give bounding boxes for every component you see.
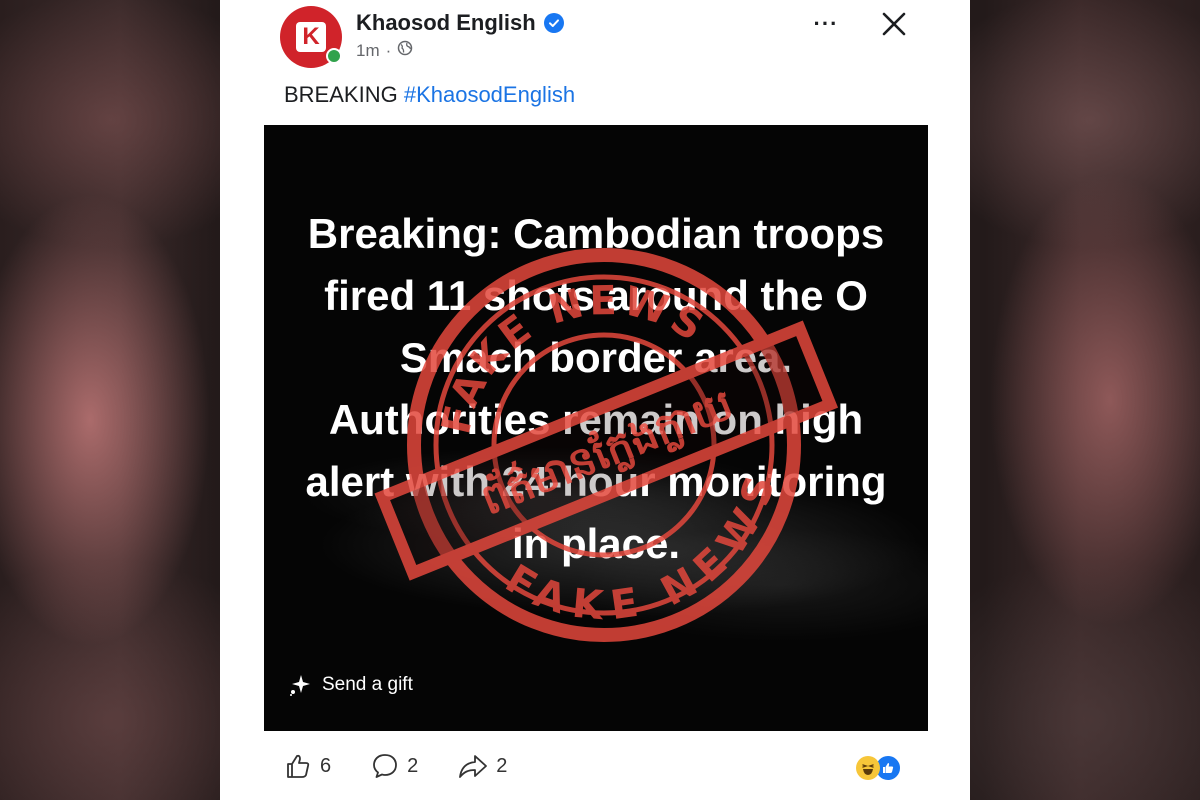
- page-avatar[interactable]: K: [280, 6, 342, 68]
- page-name-row: Khaosod English: [356, 10, 564, 36]
- globe-icon: [397, 40, 413, 61]
- like-count: 6: [320, 754, 332, 777]
- online-status-dot: [326, 48, 342, 64]
- gift-sparkle-icon: [290, 675, 310, 696]
- post-actions-bar: 6 2 2: [284, 752, 507, 780]
- post-image[interactable]: Breaking: Cambodian troops fired 11 shot…: [264, 125, 928, 731]
- comment-button[interactable]: 2: [371, 752, 418, 780]
- thumbs-up-icon: [287, 754, 310, 778]
- comment-count: 2: [407, 754, 419, 777]
- share-count: 2: [496, 754, 508, 777]
- like-button[interactable]: 6: [284, 752, 331, 780]
- close-button[interactable]: [876, 6, 912, 42]
- reaction-summary[interactable]: [856, 754, 902, 782]
- post-timestamp[interactable]: 1m: [356, 41, 380, 61]
- haha-reaction-icon: [856, 756, 880, 780]
- more-options-button[interactable]: ···: [810, 8, 842, 40]
- meta-separator: ·: [385, 40, 392, 60]
- ellipsis-icon: ···: [813, 11, 839, 36]
- post-text-prefix: BREAKING: [284, 82, 398, 107]
- facebook-post-card: K Khaosod English 1m · ··· BREAKING #Kha…: [220, 0, 970, 800]
- close-icon: [882, 12, 906, 36]
- send-gift-label: Send a gift: [322, 674, 413, 695]
- page-name[interactable]: Khaosod English: [356, 10, 536, 36]
- post-meta: 1m ·: [356, 40, 413, 61]
- share-icon: [459, 755, 488, 778]
- post-text: BREAKING #KhaosodEnglish: [284, 82, 575, 108]
- hashtag-link[interactable]: #KhaosodEnglish: [404, 82, 575, 107]
- send-gift-button[interactable]: Send a gift: [288, 673, 413, 697]
- share-button[interactable]: 2: [458, 752, 507, 780]
- comment-icon: [373, 754, 398, 778]
- image-headline-text: Breaking: Cambodian troops fired 11 shot…: [305, 210, 887, 567]
- verified-badge-icon: [543, 13, 564, 33]
- khaosod-logo: K: [296, 22, 326, 52]
